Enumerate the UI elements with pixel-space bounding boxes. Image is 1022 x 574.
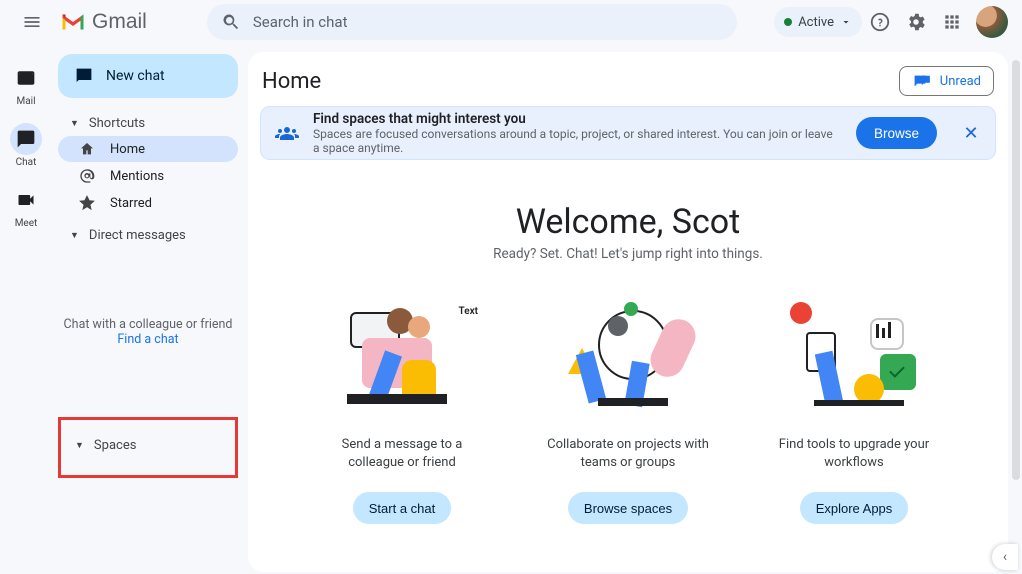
welcome-subtitle: Ready? Set. Chat! Let's jump right into … — [248, 246, 1008, 262]
start-chat-button[interactable]: Start a chat — [353, 492, 451, 524]
section-label: Shortcuts — [89, 116, 145, 131]
unread-filter-button[interactable]: Unread — [899, 66, 994, 96]
card-start-chat: Text Send a message to a colleague or fr… — [317, 302, 487, 524]
dm-header[interactable]: ▼ Direct messages — [58, 224, 238, 247]
welcome-title: Welcome, Scot — [248, 202, 1008, 242]
section-label: Spaces — [94, 438, 137, 453]
star-icon — [78, 195, 96, 211]
nav-home[interactable]: Home — [58, 136, 238, 162]
nav-label: Starred — [110, 196, 152, 211]
new-chat-label: New chat — [106, 68, 165, 84]
at-icon — [78, 168, 96, 184]
explore-apps-button[interactable]: Explore Apps — [800, 492, 909, 524]
close-banner-button[interactable]: ✕ — [957, 123, 985, 144]
home-icon — [78, 141, 96, 157]
illustration-chat: Text — [332, 302, 472, 422]
status-selector[interactable]: Active — [774, 7, 862, 37]
meet-icon — [10, 184, 42, 216]
section-label: Direct messages — [89, 228, 186, 243]
status-dot-icon — [784, 18, 792, 26]
spaces-banner: Find spaces that might interest you Spac… — [260, 106, 996, 160]
settings-button[interactable] — [898, 4, 934, 40]
unread-label: Unread — [940, 74, 981, 89]
mail-icon — [10, 62, 42, 94]
groups-icon — [275, 121, 299, 145]
spaces-header[interactable]: ▼ Spaces — [63, 434, 233, 457]
nav-label: Mentions — [110, 169, 164, 184]
page-title: Home — [262, 69, 321, 94]
illustration-spaces — [558, 302, 698, 422]
new-chat-button[interactable]: New chat — [58, 54, 238, 98]
rail-label: Chat — [16, 157, 37, 168]
search-placeholder: Search in chat — [253, 13, 348, 31]
find-chat-link[interactable]: Find a chat — [117, 332, 178, 347]
card-browse-spaces: Collaborate on projects with teams or gr… — [543, 302, 713, 524]
apps-grid-button[interactable] — [934, 4, 970, 40]
unread-arrow-icon — [920, 74, 934, 88]
main-menu-button[interactable] — [8, 0, 56, 44]
banner-subtitle: Spaces are focused conversations around … — [313, 127, 842, 155]
nav-label: Home — [110, 142, 145, 157]
card-text: Collaborate on projects with teams or gr… — [543, 436, 713, 480]
caret-down-icon: ▼ — [70, 230, 79, 241]
nav-starred[interactable]: Starred — [58, 190, 238, 216]
banner-title: Find spaces that might interest you — [313, 111, 842, 127]
gmail-logo[interactable]: Gmail — [60, 10, 147, 34]
card-text: Send a message to a colleague or friend — [317, 436, 487, 480]
scrollbar[interactable] — [1012, 60, 1020, 480]
account-avatar[interactable] — [976, 6, 1008, 38]
rail-mail[interactable]: Mail — [0, 56, 52, 113]
chat-icon — [10, 123, 42, 155]
rail-chat[interactable]: Chat — [0, 117, 52, 174]
browse-button[interactable]: Browse — [856, 117, 937, 149]
rail-meet[interactable]: Meet — [0, 178, 52, 235]
side-panel-toggle[interactable]: ‹ — [992, 544, 1018, 570]
rail-label: Mail — [16, 96, 35, 107]
brand-name: Gmail — [92, 10, 147, 34]
caret-down-icon: ▼ — [75, 440, 84, 451]
search-bar[interactable]: Search in chat — [207, 4, 737, 40]
card-text: Find tools to upgrade your workflows — [769, 436, 939, 480]
search-icon — [221, 12, 241, 32]
card-explore-apps: Find tools to upgrade your workflows Exp… — [769, 302, 939, 524]
colleague-text: Chat with a colleague or friend — [58, 317, 238, 332]
shortcuts-header[interactable]: ▼ Shortcuts — [58, 112, 238, 135]
help-button[interactable] — [862, 4, 898, 40]
illustration-apps — [784, 302, 924, 422]
spaces-highlighted-box: ▼ Spaces — [58, 417, 238, 478]
new-chat-icon — [74, 66, 94, 86]
chevron-down-icon — [840, 16, 852, 28]
nav-mentions[interactable]: Mentions — [58, 163, 238, 189]
rail-label: Meet — [15, 218, 38, 229]
browse-spaces-button[interactable]: Browse spaces — [568, 492, 688, 524]
caret-down-icon: ▼ — [70, 118, 79, 129]
status-label: Active — [798, 15, 834, 30]
